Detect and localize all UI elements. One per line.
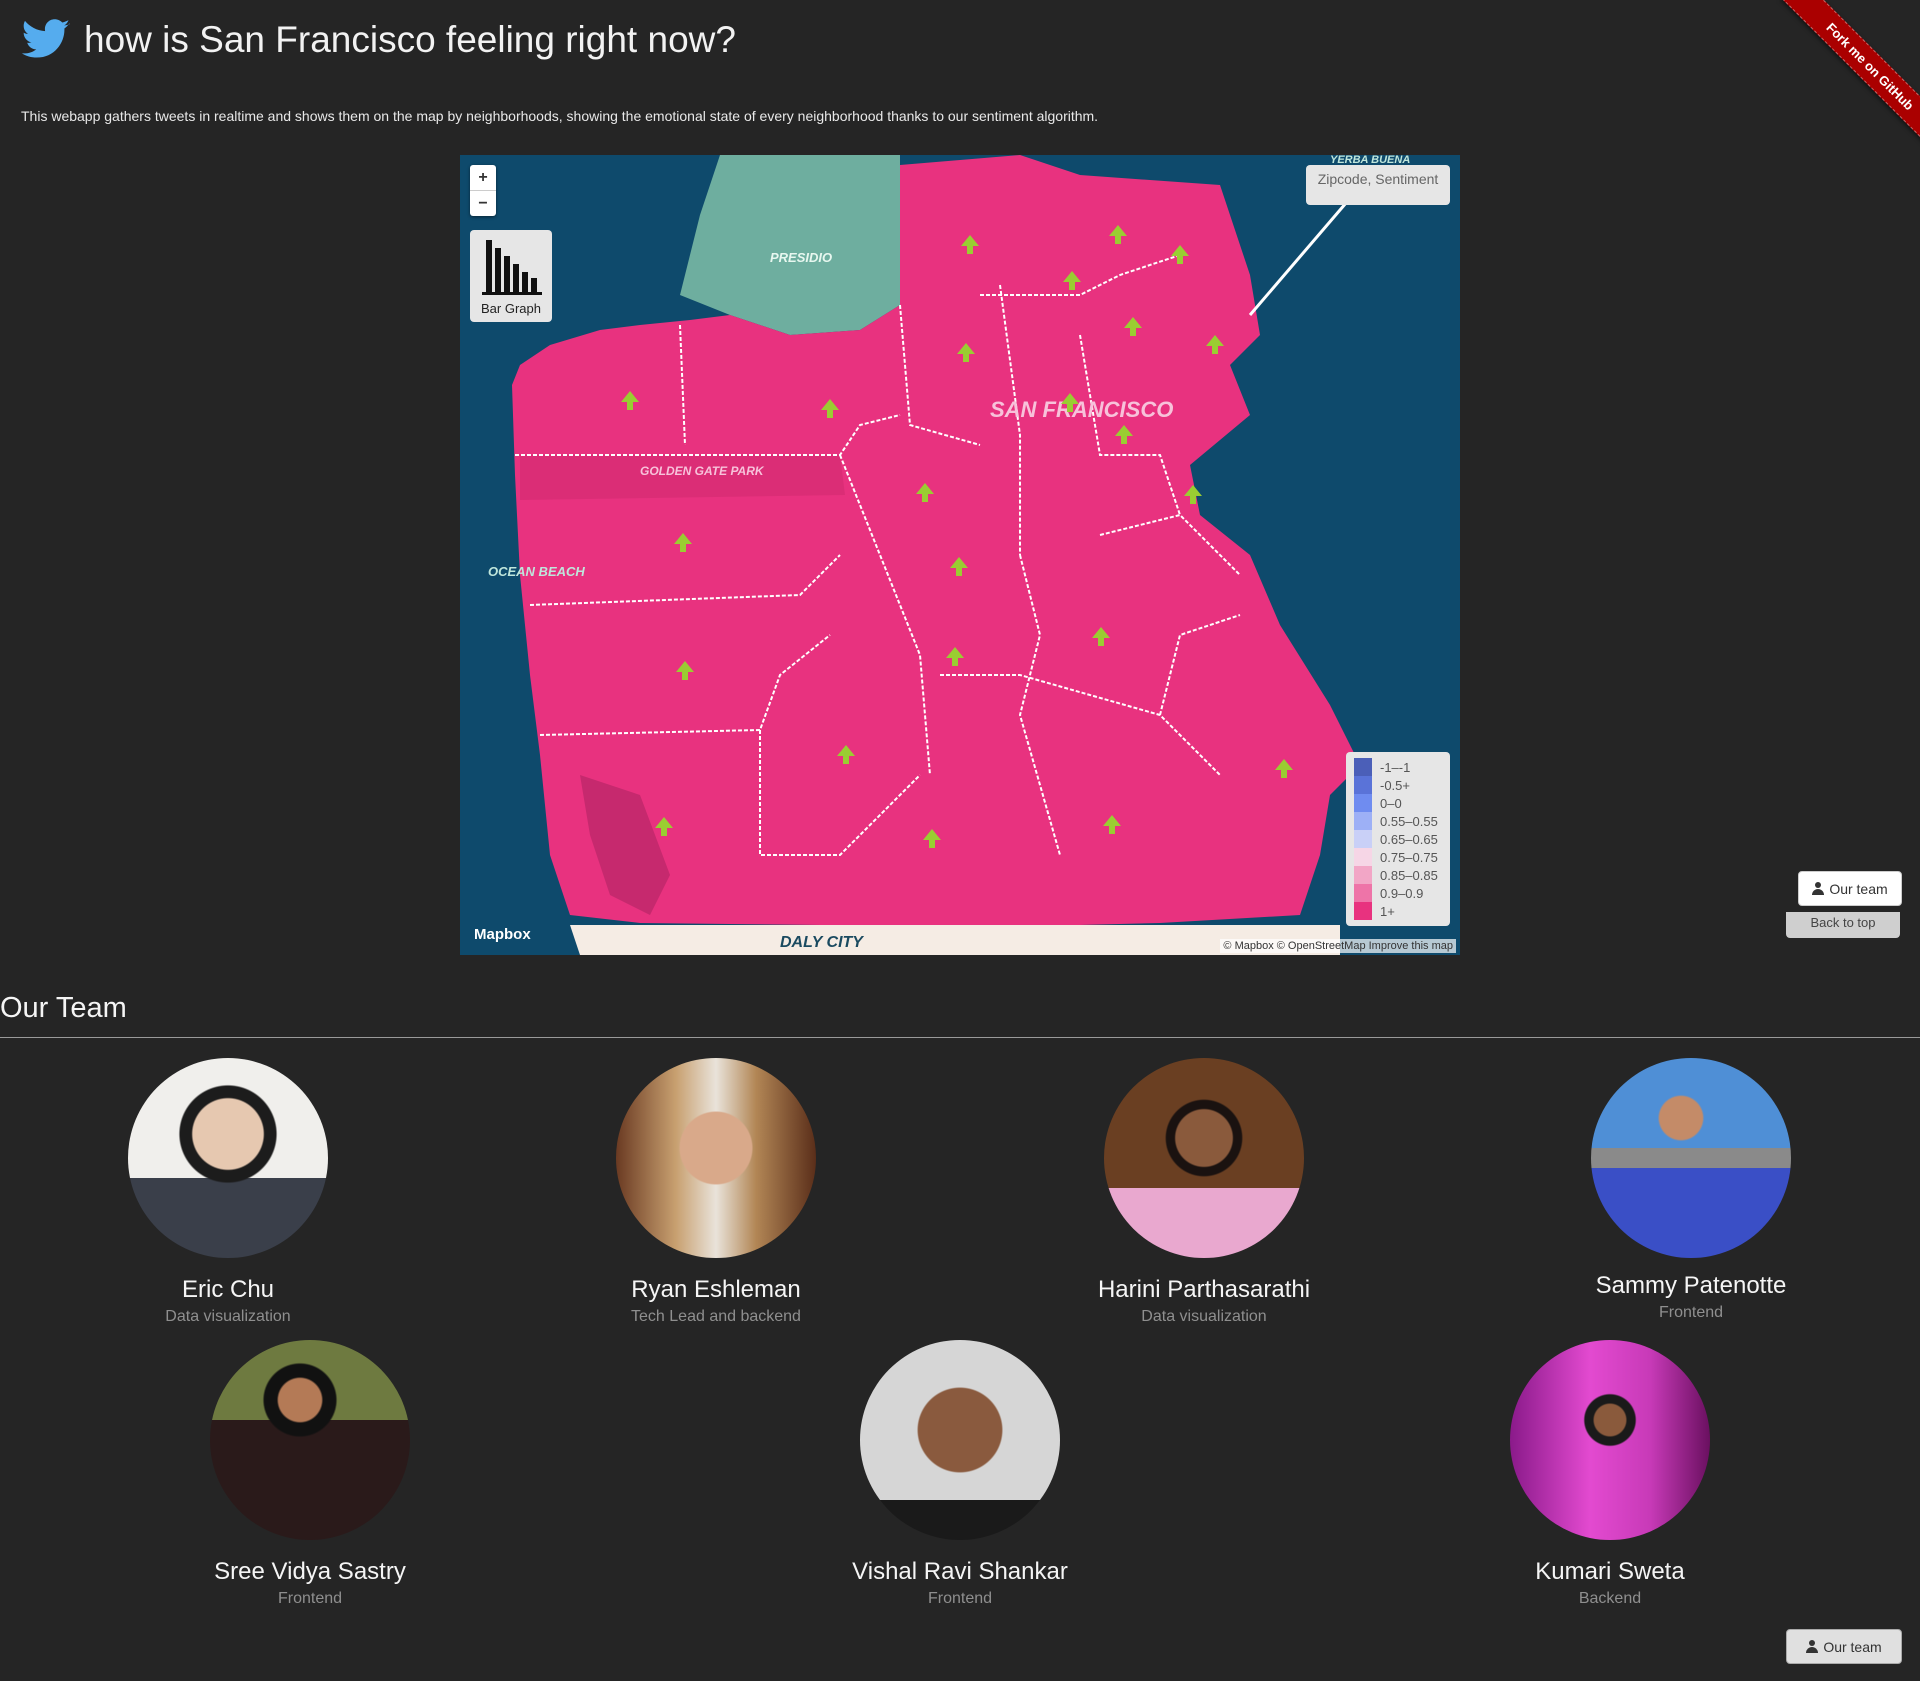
- map-label-daly-city: DALY CITY: [780, 934, 864, 951]
- bar-graph-button[interactable]: Bar Graph: [470, 230, 552, 322]
- member-name: Sree Vidya Sastry: [214, 1558, 406, 1585]
- legend-row: 0–0: [1354, 794, 1442, 812]
- back-to-top-label: Back to top: [1810, 915, 1876, 930]
- team-member: Sree Vidya Sastry Frontend: [160, 1340, 460, 1608]
- zoom-in-button[interactable]: +: [470, 165, 496, 191]
- member-name: Vishal Ravi Shankar: [852, 1558, 1068, 1585]
- legend-row: -0.5+: [1354, 776, 1442, 794]
- member-name: Eric Chu: [181, 1276, 275, 1303]
- legend-row: -1–-1: [1354, 758, 1442, 776]
- mapbox-logo[interactable]: Mapbox: [474, 926, 531, 943]
- user-icon: [1806, 1640, 1819, 1653]
- legend-row: 0.65–0.65: [1354, 830, 1442, 848]
- legend-swatch: [1354, 776, 1372, 794]
- map-label-san-francisco: SAN FRANCISCO: [990, 397, 1173, 422]
- our-team-label: Our team: [1829, 880, 1888, 897]
- team-member: Harini Parthasarathi Data visualization: [1054, 1058, 1354, 1326]
- team-member: Sammy Patenotte Frontend: [1541, 1058, 1841, 1322]
- map-legend: -1–-1 -0.5+ 0–0 0.55–0.55 0.65–0.65 0.75…: [1346, 752, 1450, 926]
- legend-label: -1–-1: [1380, 759, 1411, 775]
- zoom-control[interactable]: + −: [470, 165, 496, 216]
- legend-swatch: [1354, 830, 1372, 848]
- legend-swatch: [1354, 866, 1372, 884]
- legend-row: 0.75–0.75: [1354, 848, 1442, 866]
- member-role: Frontend: [277, 1590, 343, 1607]
- legend-label: 0.85–0.85: [1380, 867, 1438, 883]
- map-label-presidio: PRESIDIO: [770, 250, 832, 265]
- member-name: Ryan Eshleman: [631, 1276, 801, 1303]
- page-description: This webapp gathers tweets in realtime a…: [21, 108, 1099, 124]
- legend-label: 0.65–0.65: [1380, 831, 1438, 847]
- our-team-button-bottom[interactable]: Our team: [1786, 1629, 1902, 1664]
- avatar: [616, 1058, 816, 1258]
- user-icon: [1812, 882, 1825, 895]
- legend-swatch: [1354, 884, 1372, 902]
- sentiment-map[interactable]: PRESIDIO SAN FRANCISCO GOLDEN GATE PARK …: [460, 155, 1460, 955]
- twitter-bird-icon: [21, 19, 70, 58]
- legend-swatch: [1354, 848, 1372, 866]
- legend-row: 0.9–0.9: [1354, 884, 1442, 902]
- avatar: [1591, 1058, 1791, 1258]
- team-divider: [0, 1037, 1920, 1038]
- avatar: [210, 1340, 410, 1540]
- avatar: [1104, 1058, 1304, 1258]
- avatar: [1510, 1340, 1710, 1540]
- map-canvas[interactable]: PRESIDIO SAN FRANCISCO GOLDEN GATE PARK …: [460, 155, 1460, 955]
- bar-chart-icon: [482, 240, 542, 295]
- map-info-box: Zipcode, Sentiment: [1306, 165, 1450, 205]
- member-role: Tech Lead and backend: [631, 1308, 801, 1325]
- team-member: Vishal Ravi Shankar Frontend: [810, 1340, 1110, 1608]
- legend-row: 1+: [1354, 902, 1442, 920]
- member-role: Data visualization: [1141, 1308, 1267, 1325]
- legend-label: 0.9–0.9: [1380, 885, 1424, 901]
- legend-label: 0.55–0.55: [1380, 813, 1438, 829]
- map-label-golden-gate-park: GOLDEN GATE PARK: [640, 464, 765, 478]
- legend-label: -0.5+: [1380, 777, 1410, 793]
- member-role: Backend: [1578, 1590, 1642, 1607]
- member-name: Harini Parthasarathi: [1097, 1276, 1311, 1303]
- team-member: Eric Chu Data visualization: [78, 1058, 378, 1326]
- legend-label: 0.75–0.75: [1380, 849, 1438, 865]
- legend-row: 0.85–0.85: [1354, 866, 1442, 884]
- member-role: Data visualization: [165, 1308, 291, 1325]
- legend-swatch: [1354, 758, 1372, 776]
- member-name: Sammy Patenotte: [1595, 1272, 1787, 1299]
- presidio-park: [680, 155, 900, 335]
- our-team-label: Our team: [1823, 1638, 1882, 1655]
- back-to-top-button[interactable]: Back to top: [1786, 912, 1900, 938]
- page-header: how is San Francisco feeling right now?: [20, 14, 736, 66]
- legend-label: 0–0: [1380, 795, 1402, 811]
- fork-github-link[interactable]: Fork me on GitHub: [1781, 0, 1920, 150]
- member-role: Frontend: [1658, 1304, 1724, 1321]
- legend-swatch: [1354, 812, 1372, 830]
- zoom-out-button[interactable]: −: [470, 191, 496, 216]
- legend-swatch: [1354, 794, 1372, 812]
- avatar: [860, 1340, 1060, 1540]
- legend-row: 0.55–0.55: [1354, 812, 1442, 830]
- map-attribution[interactable]: © Mapbox © OpenStreetMap Improve this ma…: [1220, 939, 1456, 953]
- member-name: Kumari Sweta: [1535, 1558, 1685, 1585]
- member-role: Frontend: [927, 1590, 993, 1607]
- team-member: Ryan Eshleman Tech Lead and backend: [566, 1058, 866, 1326]
- bar-graph-label: Bar Graph: [481, 301, 541, 316]
- team-section-title: Our Team: [0, 992, 127, 1024]
- legend-label: 1+: [1380, 903, 1395, 919]
- map-label-ocean-beach: OCEAN BEACH: [488, 564, 585, 579]
- page-title: how is San Francisco feeling right now?: [84, 19, 736, 60]
- our-team-button[interactable]: Our team: [1798, 871, 1902, 906]
- team-member: Kumari Sweta Backend: [1460, 1340, 1760, 1608]
- github-ribbon[interactable]: Fork me on GitHub: [1770, 0, 1920, 150]
- avatar: [128, 1058, 328, 1258]
- legend-swatch: [1354, 902, 1372, 920]
